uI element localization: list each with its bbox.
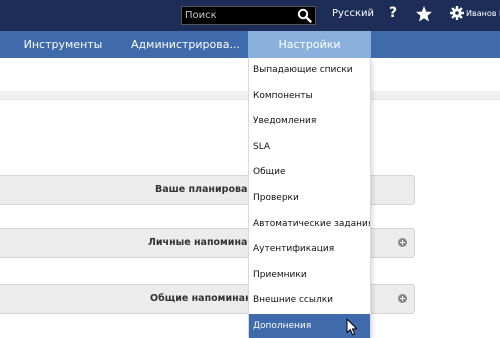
menu-item-components[interactable]: Компоненты [249,84,370,110]
menu-item-authentication[interactable]: Аутентификация [249,237,370,263]
menu-item-sla[interactable]: SLA [249,135,370,161]
cursor-icon [346,318,358,336]
search-box [181,6,316,25]
top-bar: Русский ? Иванов І [0,0,500,31]
plus-icon[interactable] [398,294,407,303]
nav-administration[interactable]: Администрирова... [128,31,243,58]
help-icon[interactable]: ? [386,5,400,23]
menu-item-general[interactable]: Общие [249,160,370,186]
gear-icon[interactable] [450,6,464,20]
menu-item-receivers[interactable]: Приемники [249,263,370,289]
menu-item-external-links[interactable]: Внешние ссылки [249,288,370,314]
menu-item-dropdowns[interactable]: Выпадающие списки [249,58,370,84]
search-input[interactable] [182,7,294,24]
settings-dropdown-menu: Выпадающие списки Компоненты Уведомления… [248,58,371,338]
language-selector[interactable]: Русский [332,8,374,19]
menu-item-notifications[interactable]: Уведомления [249,109,370,135]
plus-icon[interactable] [398,238,407,247]
star-icon[interactable] [415,5,433,23]
main-nav: Инструменты Администрирова... Настройки [0,31,500,58]
nav-tools[interactable]: Инструменты [8,31,118,58]
search-icon[interactable] [297,8,312,23]
menu-item-automatic-actions[interactable]: Автоматические задания [249,212,370,238]
user-menu[interactable]: Иванов І [466,9,500,18]
menu-item-checks[interactable]: Проверки [249,186,370,212]
nav-settings[interactable]: Настройки [248,31,371,58]
